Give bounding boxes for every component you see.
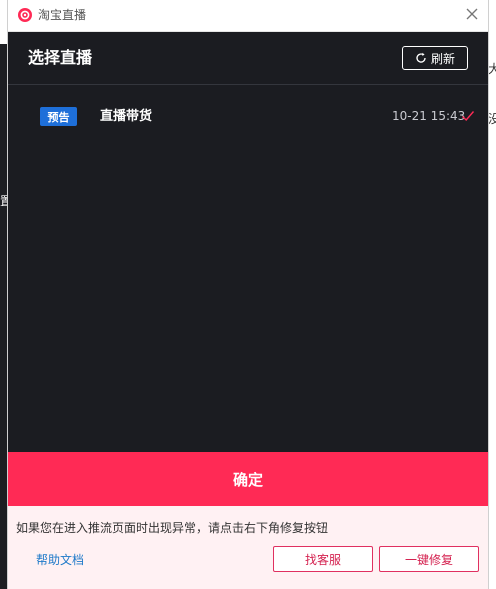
live-time: 10-21 15:43 bbox=[392, 109, 466, 123]
page-title: 选择直播 bbox=[28, 48, 93, 67]
refresh-button[interactable]: 刷新 bbox=[402, 46, 468, 70]
check-icon bbox=[462, 111, 475, 122]
window-title: 淘宝直播 bbox=[38, 8, 87, 22]
footer: 如果您在进入推流页面时出现异常，请点击右下角修复按钮 帮助文档 找客服 一键修复 bbox=[8, 506, 488, 589]
status-badge: 预告 bbox=[40, 107, 77, 126]
repair-hint: 如果您在进入推流页面时出现异常，请点击右下角修复按钮 bbox=[16, 521, 329, 535]
background-dark-panel bbox=[0, 44, 8, 589]
confirm-button[interactable]: 确定 bbox=[8, 452, 488, 506]
help-docs-link[interactable]: 帮助文档 bbox=[36, 552, 84, 568]
taobao-live-icon bbox=[18, 8, 32, 22]
dialog-header: 选择直播 刷新 bbox=[8, 32, 488, 85]
live-title: 直播带货 bbox=[100, 109, 153, 124]
titlebar: 淘宝直播 bbox=[8, 0, 488, 32]
refresh-icon bbox=[416, 52, 426, 63]
close-icon[interactable] bbox=[464, 6, 480, 22]
background-text: 没 bbox=[488, 112, 496, 126]
background-text: 大 bbox=[488, 62, 496, 76]
refresh-label: 刷新 bbox=[430, 51, 455, 66]
one-click-repair-button[interactable]: 一键修复 bbox=[379, 546, 479, 572]
contact-service-button[interactable]: 找客服 bbox=[273, 546, 373, 572]
select-live-dialog: 淘宝直播 选择直播 刷新 预告 直播带货 10-21 15:43 确定 如果您在… bbox=[8, 0, 488, 589]
list-item[interactable]: 预告 直播带货 10-21 15:43 bbox=[8, 98, 488, 134]
